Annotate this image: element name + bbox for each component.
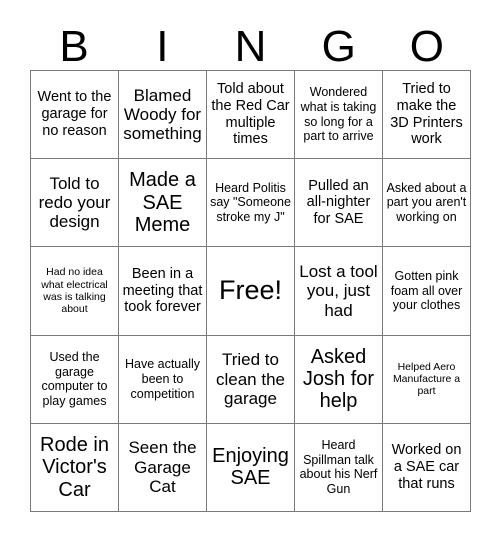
header-letter-o: O xyxy=(409,22,445,71)
bingo-square-text: Heard Politis say "Someone stroke my J" xyxy=(210,180,291,225)
bingo-square-text: Free! xyxy=(218,275,283,306)
bingo-square-text: Rode in Victor's Car xyxy=(40,433,109,501)
bingo-square-text: Had no idea what electrical was is talki… xyxy=(41,266,108,316)
bingo-square[interactable]: Tried to make the 3D Printers work xyxy=(383,71,471,160)
bingo-square[interactable]: Rode in Victor's Car xyxy=(31,423,119,512)
bingo-square[interactable]: Tried to clean the garage xyxy=(207,335,295,424)
bingo-square-text: Went to the garage for no reason xyxy=(37,89,112,139)
bingo-square-text: Helped Aero Manufacture a part xyxy=(392,360,461,398)
bingo-square-text: Blamed Woody for something xyxy=(123,85,202,144)
bingo-square-text: Tried to clean the garage xyxy=(216,350,285,408)
bingo-card: B I N G O Went to the garage for no reas… xyxy=(0,0,500,544)
bingo-square[interactable]: Been in a meeting that took forever xyxy=(119,247,207,336)
bingo-square[interactable]: Have actually been to competition xyxy=(119,335,207,424)
bingo-header: B I N G O xyxy=(30,18,471,70)
header-letter-n: N xyxy=(234,22,267,71)
bingo-square[interactable]: Pulled an all-nighter for SAE xyxy=(295,159,383,248)
bingo-square[interactable]: Heard Spillman talk about his Nerf Gun xyxy=(295,423,383,512)
bingo-square-text: Have actually been to competition xyxy=(124,357,201,401)
bingo-square-text: Made a SAE Meme xyxy=(129,169,196,236)
bingo-square-text: Told to redo your design xyxy=(38,173,111,232)
bingo-square-text: Asked Josh for help xyxy=(302,345,375,413)
bingo-square-text: Asked about a part you aren't working on xyxy=(386,180,467,225)
bingo-square[interactable]: Worked on a SAE car that runs xyxy=(383,423,471,512)
bingo-square[interactable]: Told about the Red Car multiple times xyxy=(207,71,295,160)
bingo-square[interactable]: Seen the Garage Cat xyxy=(119,423,207,512)
bingo-square[interactable]: Told to redo your design xyxy=(31,159,119,248)
bingo-square-text: Used the garage computer to play games xyxy=(41,349,108,408)
bingo-square-text: Gotten pink foam all over your clothes xyxy=(390,269,463,313)
bingo-square[interactable]: Blamed Woody for something xyxy=(119,71,207,160)
bingo-square-text: Tried to make the 3D Printers work xyxy=(390,80,463,148)
bingo-square-text: Seen the Garage Cat xyxy=(128,438,197,497)
bingo-square-text: Enjoying SAE xyxy=(212,445,289,490)
bingo-square[interactable]: Gotten pink foam all over your clothes xyxy=(383,247,471,336)
bingo-square-text: Lost a tool you, just had xyxy=(299,261,378,320)
bingo-square-text: Heard Spillman talk about his Nerf Gun xyxy=(299,438,378,497)
bingo-square-text: Wondered what is taking so long for a pa… xyxy=(300,85,377,144)
bingo-square[interactable]: Enjoying SAE xyxy=(207,423,295,512)
bingo-square[interactable]: Used the garage computer to play games xyxy=(31,335,119,424)
header-letter-i: I xyxy=(156,22,169,71)
bingo-square-text: Pulled an all-nighter for SAE xyxy=(306,177,371,228)
bingo-square[interactable]: Helped Aero Manufacture a part xyxy=(383,335,471,424)
bingo-grid: Went to the garage for no reason Blamed … xyxy=(30,70,471,512)
bingo-square[interactable]: Had no idea what electrical was is talki… xyxy=(31,247,119,336)
bingo-square-text: Told about the Red Car multiple times xyxy=(211,80,290,148)
header-letter-g: G xyxy=(321,22,356,71)
bingo-square-text: Worked on a SAE car that runs xyxy=(391,442,462,492)
bingo-square[interactable]: Made a SAE Meme xyxy=(119,159,207,248)
bingo-square[interactable]: Wondered what is taking so long for a pa… xyxy=(295,71,383,160)
bingo-square[interactable]: Asked about a part you aren't working on xyxy=(383,159,471,248)
header-letter-b: B xyxy=(59,22,89,71)
bingo-square[interactable]: Lost a tool you, just had xyxy=(295,247,383,336)
bingo-square-text: Been in a meeting that took forever xyxy=(122,265,203,316)
bingo-square[interactable]: Went to the garage for no reason xyxy=(31,71,119,160)
bingo-square[interactable]: Heard Politis say "Someone stroke my J" xyxy=(207,159,295,248)
bingo-square[interactable]: Asked Josh for help xyxy=(295,335,383,424)
bingo-square-free[interactable]: Free! xyxy=(207,247,295,336)
